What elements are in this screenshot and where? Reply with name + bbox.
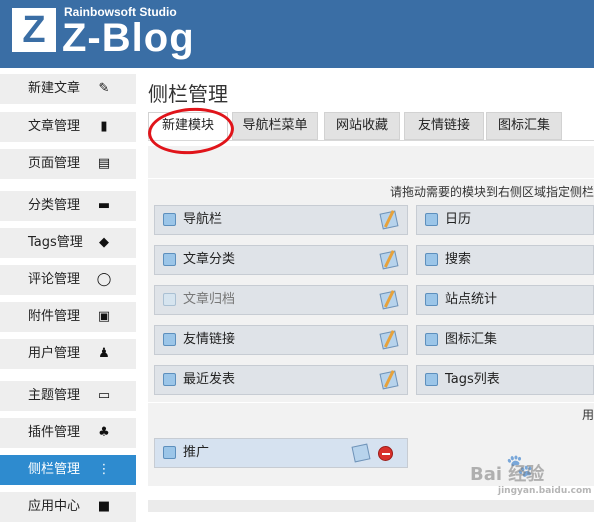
sidebar-item-app-center[interactable]: 应用中心 ■ <box>0 492 136 522</box>
module-navbar[interactable]: 导航栏 <box>154 205 408 235</box>
module-friend-links[interactable]: 友情链接 <box>154 325 408 355</box>
page-icon: ▤ <box>97 156 111 171</box>
module-tags-list[interactable]: Tags列表 <box>416 365 594 395</box>
module-search[interactable]: 搜索 <box>416 245 594 275</box>
sidebar-item-attachment-manage[interactable]: 附件管理 ▣ <box>0 302 136 332</box>
tab-friend-links[interactable]: 友情链接 <box>404 112 484 140</box>
module-icon <box>163 373 176 386</box>
tab-new-module[interactable]: 新建模块 <box>148 112 228 140</box>
module-article-archive[interactable]: 文章归档 <box>154 285 408 315</box>
sidebar-item-sidebar-manage[interactable]: 侧栏管理 ⋮ <box>0 455 136 485</box>
module-calendar[interactable]: 日历 <box>416 205 594 235</box>
module-icon <box>163 213 176 226</box>
main-content: 侧栏管理 新建模块 导航栏菜单 网站收藏 友情链接 图标汇集 请拖动需要的模块到… <box>136 68 594 512</box>
sidebar-item-page-manage[interactable]: 页面管理 ▤ <box>0 149 136 179</box>
module-label: 站点统计 <box>445 292 498 307</box>
user-icon: ♟ <box>98 346 110 361</box>
module-icon <box>163 446 176 459</box>
module-label: 搜索 <box>445 252 472 267</box>
tab-site-favorites[interactable]: 网站收藏 <box>324 112 400 140</box>
module-icon <box>163 253 176 266</box>
sidebar-item-label: 分类管理 <box>28 198 81 213</box>
sidebar-item-category-manage[interactable]: 分类管理 ▬ <box>0 191 136 221</box>
sidebar-item-user-manage[interactable]: 用户管理 ♟ <box>0 339 136 369</box>
sidebar-item-label: 新建文章 <box>28 81 81 96</box>
sidebar-item-comment-manage[interactable]: 评论管理 ◯ <box>0 265 136 295</box>
sidebar-item-label: 插件管理 <box>28 425 81 440</box>
edit-icon[interactable] <box>379 290 399 310</box>
remove-icon[interactable] <box>378 446 393 461</box>
user-section-label: 用 <box>581 408 594 422</box>
edit-icon[interactable] <box>379 250 399 270</box>
sidebar-item-label: 页面管理 <box>28 156 81 171</box>
module-icon <box>425 373 438 386</box>
module-label: 图标汇集 <box>445 332 498 347</box>
module-label: 导航栏 <box>183 212 223 227</box>
sidebar-item-article-manage[interactable]: 文章管理 ▮ <box>0 112 136 142</box>
module-icon <box>425 333 438 346</box>
sidebar-item-label: 评论管理 <box>28 272 81 287</box>
sidebar-item-theme-manage[interactable]: 主题管理 ▭ <box>0 381 136 411</box>
section-divider <box>148 402 594 403</box>
sidebar-item-new-article[interactable]: 新建文章 ✎ <box>0 74 136 104</box>
module-icon <box>425 253 438 266</box>
edit-doc-icon: ✎ <box>98 81 110 96</box>
module-label: Tags列表 <box>445 372 500 387</box>
book-icon: ▮ <box>100 119 108 134</box>
module-label: 文章归档 <box>183 292 236 307</box>
watermark-url: jingyan.baidu.com <box>498 486 592 496</box>
app-center-icon: ■ <box>97 499 111 514</box>
edit-icon[interactable] <box>379 210 399 230</box>
edit-icon[interactable] <box>379 330 399 350</box>
sidebar-item-tags-manage[interactable]: Tags管理 ◆ <box>0 228 136 258</box>
folder-icon: ▬ <box>97 198 111 213</box>
tag-icon: ◆ <box>99 235 109 250</box>
module-label: 友情链接 <box>183 332 236 347</box>
tab-divider <box>148 140 594 141</box>
sidebar-item-plugin-manage[interactable]: 插件管理 ♣ <box>0 418 136 448</box>
sidebar-item-label: 侧栏管理 <box>28 462 81 477</box>
module-site-stats[interactable]: 站点统计 <box>416 285 594 315</box>
sidebar-icon: ⋮ <box>97 462 111 477</box>
module-label: 最近发表 <box>183 372 236 387</box>
panel-divider <box>148 178 594 179</box>
logo-icon: Z <box>12 8 56 52</box>
drag-hint: 请拖动需要的模块到右侧区域指定侧栏 <box>389 185 594 199</box>
monitor-icon: ▭ <box>97 388 111 403</box>
edit-icon[interactable] <box>351 443 371 463</box>
module-label: 文章分类 <box>183 252 236 267</box>
module-icon <box>163 333 176 346</box>
module-label: 推广 <box>183 445 210 460</box>
attachment-icon: ▣ <box>97 309 111 324</box>
module-promotion[interactable]: 推广 <box>154 438 408 468</box>
baidu-watermark: 🐾 Bai 经验 jingyan.baidu.com <box>470 454 594 504</box>
module-icon-collection[interactable]: 图标汇集 <box>416 325 594 355</box>
sidebar-item-label: Tags管理 <box>28 235 83 250</box>
plugin-icon: ♣ <box>98 425 110 440</box>
sidebar: 新建文章 ✎ 文章管理 ▮ 页面管理 ▤ 分类管理 ▬ Tags管理 ◆ 评论管… <box>0 68 136 522</box>
module-label: 日历 <box>445 212 472 227</box>
module-recent-posts[interactable]: 最近发表 <box>154 365 408 395</box>
sidebar-item-label: 附件管理 <box>28 309 81 324</box>
module-article-category[interactable]: 文章分类 <box>154 245 408 275</box>
page-title: 侧栏管理 <box>148 82 228 106</box>
tab-nav-menu[interactable]: 导航栏菜单 <box>232 112 318 140</box>
module-icon <box>425 293 438 306</box>
sidebar-item-label: 文章管理 <box>28 119 81 134</box>
module-icon <box>163 293 176 306</box>
sidebar-item-label: 主题管理 <box>28 388 81 403</box>
sidebar-item-label: 用户管理 <box>28 346 81 361</box>
comment-icon: ◯ <box>96 272 112 287</box>
tab-icon-collection[interactable]: 图标汇集 <box>486 112 562 140</box>
watermark-text: Bai 经验 <box>470 464 545 485</box>
module-icon <box>425 213 438 226</box>
header: Z Rainbowsoft Studio Z-Blog <box>0 0 594 68</box>
edit-icon[interactable] <box>379 370 399 390</box>
brand-name: Z-Blog <box>62 16 195 60</box>
